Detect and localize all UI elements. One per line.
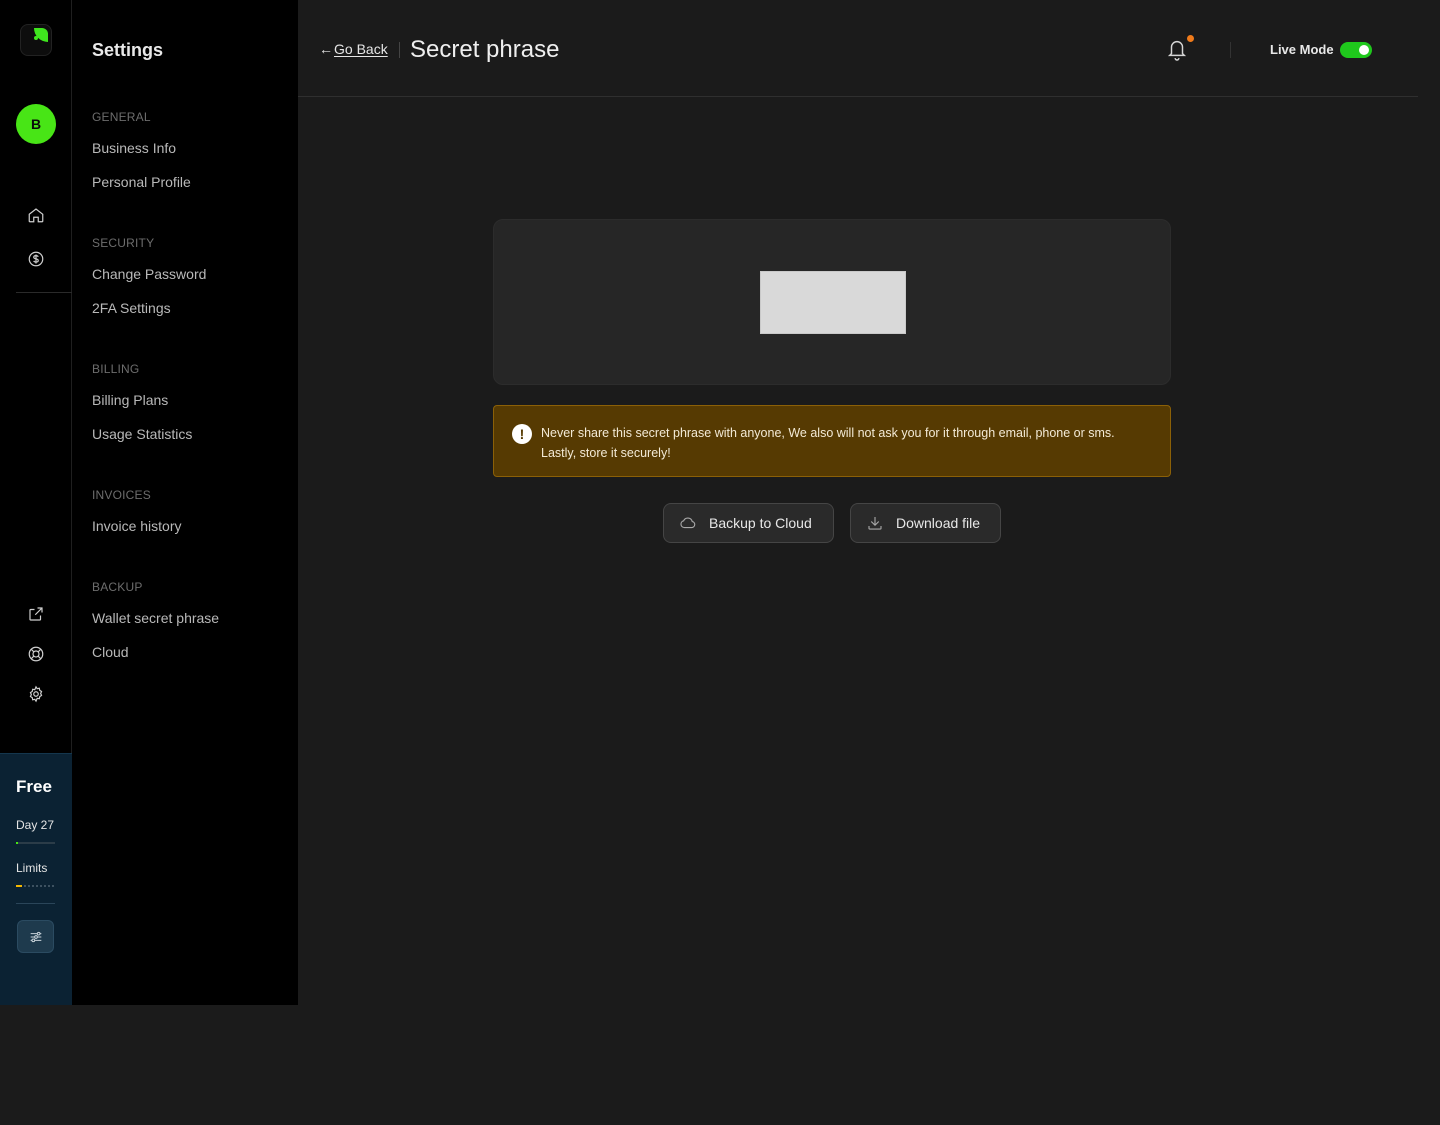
- plan-settings-button[interactable]: [17, 920, 54, 953]
- page-header: ← Go Back Secret phrase Live Mode: [298, 0, 1418, 97]
- rail-divider: [16, 292, 72, 293]
- limits-progress-fill: [16, 885, 22, 887]
- download-file-label: Download file: [896, 515, 981, 531]
- limits-progress-bar: [16, 885, 55, 887]
- page-title: Secret phrase: [410, 36, 560, 63]
- lifebuoy-icon[interactable]: [26, 644, 46, 664]
- secret-phrase-placeholder: [760, 271, 906, 334]
- plan-panel: Free Day 27 Limits: [0, 753, 72, 1005]
- avatar[interactable]: B: [16, 104, 56, 144]
- exclamation-icon: !: [512, 424, 532, 444]
- sidebar-item-2fa-settings[interactable]: 2FA Settings: [92, 300, 171, 316]
- go-back-label: Go Back: [334, 41, 388, 57]
- sidebar-item-billing-plans[interactable]: Billing Plans: [92, 392, 168, 408]
- plan-divider: [16, 903, 55, 904]
- day-progress-bar: [16, 842, 55, 844]
- sidebar-item-change-password[interactable]: Change Password: [92, 266, 206, 282]
- sidebar-item-cloud[interactable]: Cloud: [92, 644, 129, 660]
- dollar-circle-icon[interactable]: [26, 249, 46, 269]
- home-icon[interactable]: [26, 205, 46, 225]
- backup-to-cloud-button[interactable]: Backup to Cloud: [663, 503, 834, 543]
- section-label-billing: BILLING: [92, 362, 140, 376]
- section-label-backup: BACKUP: [92, 580, 143, 594]
- day-progress-fill: [16, 842, 18, 844]
- sidebar-title: Settings: [92, 40, 164, 60]
- live-mode-toggle[interactable]: [1340, 42, 1372, 58]
- backup-to-cloud-label: Backup to Cloud: [709, 515, 812, 531]
- sidebar-item-wallet-secret-phrase[interactable]: Wallet secret phrase: [92, 610, 219, 626]
- notification-badge: [1187, 35, 1194, 42]
- cloud-icon: [680, 517, 696, 529]
- toggle-knob: [1359, 45, 1369, 55]
- sidebar-item-invoice-history[interactable]: Invoice history: [92, 518, 181, 534]
- logo-dot: [34, 36, 38, 40]
- go-back-link[interactable]: ← Go Back: [319, 41, 388, 57]
- section-label-general: GENERAL: [92, 110, 151, 124]
- header-divider-right: [1230, 42, 1231, 58]
- security-warning: ! Never share this secret phrase with an…: [493, 405, 1171, 477]
- icon-rail: B Free Day 27 Limits: [0, 0, 72, 1005]
- bell-icon: [1167, 41, 1187, 61]
- sliders-icon: [30, 931, 41, 942]
- arrow-left-icon: ←: [319, 41, 333, 57]
- live-mode-label: Live Mode: [1270, 42, 1334, 57]
- section-label-invoices: INVOICES: [92, 488, 151, 502]
- app-logo[interactable]: [20, 24, 52, 56]
- secret-phrase-card: [493, 219, 1171, 385]
- day-label: Day 27: [16, 818, 55, 832]
- warning-text: Never share this secret phrase with anyo…: [541, 426, 1115, 460]
- external-link-icon[interactable]: [26, 604, 46, 624]
- header-divider: [399, 42, 400, 58]
- gear-icon[interactable]: [26, 684, 46, 704]
- sidebar-item-personal-profile[interactable]: Personal Profile: [92, 174, 191, 190]
- download-icon: [868, 517, 882, 530]
- notifications-button[interactable]: [1166, 35, 1194, 63]
- limits-label: Limits: [16, 861, 48, 875]
- section-label-security: SECURITY: [92, 236, 155, 250]
- sidebar-item-business-info[interactable]: Business Info: [92, 140, 176, 156]
- plan-name: Free: [16, 777, 52, 796]
- sidebar-item-usage-statistics[interactable]: Usage Statistics: [92, 426, 192, 442]
- settings-sidebar: Settings GENERAL Business Info Personal …: [72, 0, 298, 1005]
- download-file-button[interactable]: Download file: [850, 503, 1001, 543]
